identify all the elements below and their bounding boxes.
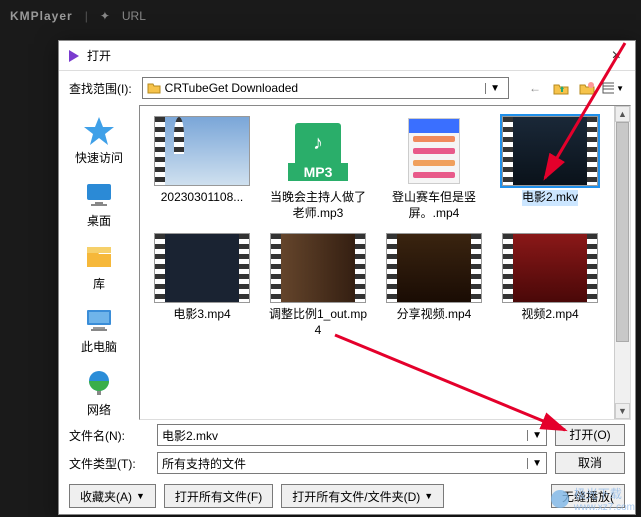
file-item[interactable]: 视频2.mp4 [496,233,604,338]
cancel-button[interactable]: 取消 [555,452,625,474]
sidebar-this-pc[interactable]: 此电脑 [59,300,139,359]
dialog-title: 打开 [87,47,606,64]
filename-value: 电影2.mkv [162,427,218,444]
file-item[interactable]: 20230301108... [148,116,256,221]
file-item[interactable]: 调整比例1_out.mp4 [264,233,372,338]
file-item[interactable]: ♪MP3 当晚会主持人做了老师.mp3 [264,116,372,221]
file-name: 电影3.mp4 [173,307,230,323]
library-icon [83,241,115,273]
file-name: 登山赛车但是竖屏。.mp4 [384,190,484,221]
file-name: 分享视频.mp4 [397,307,472,323]
play-icon [67,49,81,63]
look-in-label: 查找范围(I): [69,80,132,97]
open-all-subfolders-button[interactable]: 打开所有文件/文件夹(D)▼ [281,484,444,508]
filename-label: 文件名(N): [69,427,149,444]
filetype-value: 所有支持的文件 [162,455,246,472]
app-title: KMPlayer [10,9,73,23]
open-all-files-button[interactable]: 打开所有文件(F) [164,484,273,508]
file-name: 20230301108... [161,190,244,206]
folder-dropdown[interactable]: CRTubeGet Downloaded ▼ [142,77,509,99]
video-thumbnail [154,233,250,303]
sidebar-item-label: 快速访问 [75,149,123,166]
separator: | [85,9,88,23]
file-item[interactable]: 登山赛车但是竖屏。.mp4 [380,116,488,221]
sidebar-item-label: 此电脑 [81,338,117,355]
video-thumbnail [502,233,598,303]
places-sidebar: 快速访问 桌面 库 此电脑 网络 [59,105,139,420]
file-name: 当晚会主持人做了老师.mp3 [268,190,368,221]
folder-name: CRTubeGet Downloaded [165,81,485,95]
app-titlebar: KMPlayer | ✦ URL [0,0,641,32]
sidebar-quick-access[interactable]: 快速访问 [59,111,139,170]
chevron-down-icon: ▼ [485,83,504,94]
bolt-icon[interactable]: ✦ [100,9,110,23]
favorites-button[interactable]: 收藏夹(A)▼ [69,484,156,508]
filetype-row: 文件类型(T): 所有支持的文件 ▼ 取消 [69,452,625,474]
desktop-icon [83,178,115,210]
annotation-arrow-2 [330,330,590,450]
mp3-thumbnail: ♪MP3 [270,116,366,186]
sidebar-item-label: 网络 [87,401,111,418]
sidebar-desktop[interactable]: 桌面 [59,174,139,233]
video-thumbnail [154,116,250,186]
filetype-select[interactable]: 所有支持的文件 ▼ [157,452,547,474]
file-item[interactable]: 分享视频.mp4 [380,233,488,338]
file-name: 视频2.mp4 [521,307,578,323]
video-thumbnail [386,233,482,303]
network-icon [83,367,115,399]
sidebar-libraries[interactable]: 库 [59,237,139,296]
star-icon [83,115,115,147]
folder-icon [147,81,161,95]
sidebar-item-label: 桌面 [87,212,111,229]
video-thumbnail [270,233,366,303]
watermark-icon [550,489,570,509]
chevron-down-icon: ▼ [527,458,542,469]
annotation-arrow-1 [530,38,640,198]
file-item[interactable]: 电影3.mp4 [148,233,256,338]
pc-icon [83,304,115,336]
sidebar-network[interactable]: 网络 [59,363,139,420]
bottom-buttons: 收藏夹(A)▼ 打开所有文件(F) 打开所有文件/文件夹(D)▼ 无缝播放( [59,478,635,514]
url-label[interactable]: URL [122,9,146,23]
scroll-down-button[interactable]: ▼ [615,403,630,419]
video-thumbnail [386,116,482,186]
filetype-label: 文件类型(T): [69,455,149,472]
sidebar-item-label: 库 [93,275,105,292]
watermark: 极光下载 www.xz7.com [550,485,635,513]
